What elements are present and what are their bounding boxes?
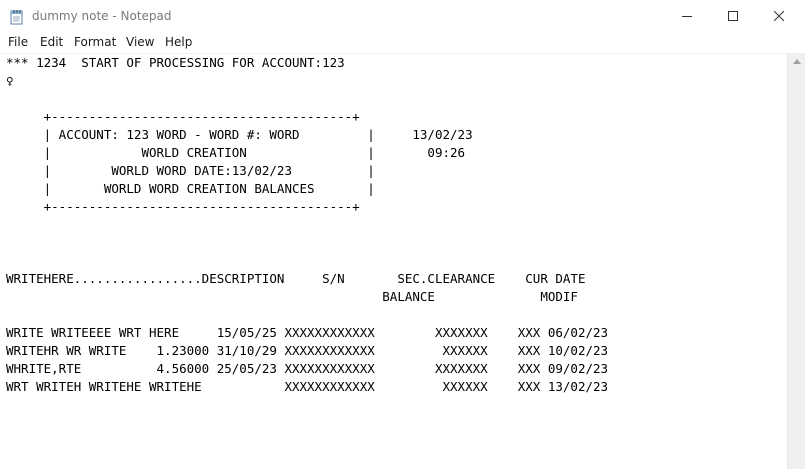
editor-line: BALANCE MODIF (6, 289, 578, 304)
notepad-app-icon (10, 9, 24, 25)
editor-text: *** 1234 START OF PROCESSING FOR ACCOUNT… (6, 54, 608, 396)
menu-file[interactable]: File (8, 35, 28, 49)
scroll-up-button[interactable] (788, 53, 805, 70)
editor-line: *** 1234 START OF PROCESSING FOR ACCOUNT… (6, 55, 345, 70)
notepad-window: dummy note - Notepad File Edit Format Vi… (0, 0, 805, 469)
editor-line: WHRITE,RTE 4.56000 25/05/23 XXXXXXXXXXXX… (6, 361, 609, 376)
maximize-icon (728, 11, 738, 21)
menu-help[interactable]: Help (165, 35, 192, 49)
menu-edit[interactable]: Edit (40, 35, 63, 49)
editor-line: WRITEHR WR WRITE 1.23000 31/10/29 XXXXXX… (6, 343, 609, 358)
chevron-up-icon (793, 59, 801, 64)
editor-line: WRT WRITEH WRITEHE WRITEHE XXXXXXXXXXXX … (6, 379, 609, 394)
menu-bar: File Edit Format View Help (0, 32, 805, 53)
editor-line: | ACCOUNT: 123 WORD - WORD #: WORD | 13/… (6, 127, 473, 142)
close-button[interactable] (756, 0, 802, 32)
editor-line: +---------------------------------------… (6, 109, 360, 124)
editor-line: WRITE WRITEEEE WRT HERE 15/05/25 XXXXXXX… (6, 325, 609, 340)
editor-line: WRITEHERE.................DESCRIPTION S/… (6, 271, 586, 286)
close-icon (774, 11, 784, 21)
editor-line: | WORLD CREATION | 09:26 (6, 145, 466, 160)
editor-line: ♀ (6, 73, 14, 88)
editor-line: +---------------------------------------… (6, 199, 360, 214)
editor-line: | WORLD WORD CREATION BALANCES | (6, 181, 375, 196)
minimize-icon (682, 16, 692, 17)
menu-format[interactable]: Format (74, 35, 116, 49)
editor-line: | WORLD WORD DATE:13/02/23 | (6, 163, 375, 178)
minimize-button[interactable] (664, 0, 710, 32)
text-editor[interactable]: *** 1234 START OF PROCESSING FOR ACCOUNT… (0, 53, 787, 469)
vertical-scrollbar[interactable] (787, 53, 805, 469)
window-title: dummy note - Notepad (32, 9, 172, 23)
maximize-button[interactable] (710, 0, 756, 32)
title-bar[interactable]: dummy note - Notepad (0, 0, 805, 32)
menu-view[interactable]: View (126, 35, 154, 49)
